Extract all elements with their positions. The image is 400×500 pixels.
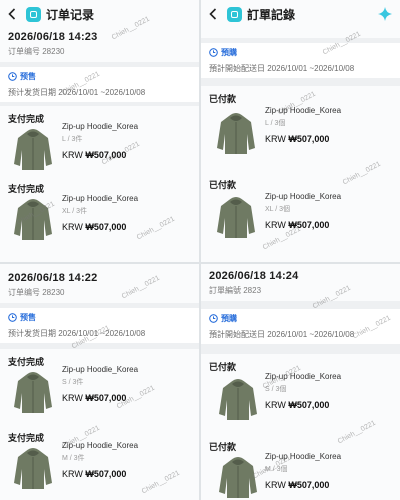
- ship-date: 預計開始配送日 2026/10/01 ~2026/10/08: [209, 330, 355, 339]
- payment-status: 已付款: [209, 94, 237, 104]
- order-item[interactable]: 支付完成 Zip-up Hoodie_Korea M / 3件 KRW ₩507…: [0, 425, 199, 499]
- product-name[interactable]: Zip-up Hoodie_Korea: [265, 372, 341, 381]
- order-item[interactable]: 已付款 Zip-up Hoodie_Korea XL / 3個 KRW ₩507…: [201, 172, 400, 258]
- order-time: 2026/06/18 14:23: [8, 31, 98, 43]
- product-variant: XL / 3件: [62, 208, 88, 215]
- product-name[interactable]: Zip-up Hoodie_Korea: [265, 192, 341, 201]
- price: ₩507,000: [85, 150, 127, 160]
- chevron-left-icon[interactable]: [207, 6, 219, 22]
- currency: KRW: [62, 222, 83, 232]
- order-item[interactable]: 支付完成 Zip-up Hoodie_Korea L / 3件 KRW ₩507…: [0, 106, 199, 180]
- order-item[interactable]: 已付款 Zip-up Hoodie_Korea M / 3個 KRW ₩507,…: [201, 434, 400, 500]
- order-time: 2026/06/18 14:24: [209, 270, 299, 282]
- ship-date: 预计发货日期 2026/10/01 ~2026/10/08: [8, 329, 146, 338]
- currency: KRW: [265, 480, 286, 490]
- product-name[interactable]: Zip-up Hoodie_Korea: [62, 122, 138, 131]
- product-name[interactable]: Zip-up Hoodie_Korea: [62, 441, 138, 450]
- product-variant: M / 3個: [265, 466, 288, 473]
- order-panel-2: 訂單記錄 預購 預計開始配送日 2026/10/01 ~2026/10/08 已…: [201, 0, 400, 262]
- presale-section: 预售 预计发货日期 2026/10/01 ~2026/10/08: [0, 67, 199, 102]
- hoodie-thumbnail[interactable]: [217, 454, 259, 500]
- currency: KRW: [265, 220, 286, 230]
- divider: [201, 78, 400, 86]
- hoodie-thumbnail[interactable]: [215, 194, 257, 240]
- top-bar: 订单记录: [0, 0, 199, 28]
- page-title: 訂單記錄: [247, 7, 296, 22]
- currency: KRW: [62, 469, 83, 479]
- order-panel-4: 2026/06/18 14:24 訂單編號 2823 預購 預計開始配送日 20…: [201, 264, 400, 500]
- price: ₩507,000: [85, 469, 127, 479]
- presale-section: 預購 預計開始配送日 2026/10/01 ~2026/10/08: [201, 43, 400, 78]
- price: ₩507,000: [288, 220, 330, 230]
- hoodie-thumbnail[interactable]: [215, 110, 257, 156]
- app-logo-icon: [26, 6, 41, 22]
- hoodie-thumbnail[interactable]: [217, 376, 259, 422]
- page-title: 订单记录: [46, 7, 95, 22]
- product-name[interactable]: Zip-up Hoodie_Korea: [62, 194, 138, 203]
- product-variant: S / 3件: [62, 379, 84, 386]
- price: ₩507,000: [288, 400, 330, 410]
- chevron-left-icon[interactable]: [6, 6, 18, 22]
- currency: KRW: [62, 150, 83, 160]
- presale-label: 预售: [20, 313, 36, 322]
- ship-date: 預計開始配送日 2026/10/01 ~2026/10/08: [209, 64, 355, 73]
- order-panel-1: 订单记录 2026/06/18 14:23 订单编号 28230 预售 预计发货…: [0, 0, 199, 262]
- product-variant: L / 3個: [265, 120, 286, 127]
- order-item[interactable]: 已付款 Zip-up Hoodie_Korea L / 3個 KRW ₩507,…: [201, 86, 400, 172]
- order-number: 訂單編號 2823: [209, 286, 262, 295]
- product-name[interactable]: Zip-up Hoodie_Korea: [265, 452, 341, 461]
- divider: [201, 344, 400, 354]
- currency: KRW: [265, 134, 286, 144]
- currency: KRW: [265, 400, 286, 410]
- divider: [201, 301, 400, 309]
- hoodie-thumbnail[interactable]: [12, 126, 54, 172]
- clock-icon: [209, 48, 218, 57]
- price: ₩507,000: [85, 393, 127, 403]
- presale-section: 预售 预计发货日期 2026/10/01 ~2026/10/08: [0, 308, 199, 343]
- order-item[interactable]: 支付完成 Zip-up Hoodie_Korea XL / 3件 KRW ₩50…: [0, 180, 199, 254]
- order-number: 订单编号 28230: [8, 47, 65, 56]
- product-name[interactable]: Zip-up Hoodie_Korea: [62, 365, 138, 374]
- clock-icon: [8, 72, 17, 81]
- product-variant: XL / 3個: [265, 206, 291, 213]
- presale-label: 預購: [221, 48, 237, 57]
- currency: KRW: [62, 393, 83, 403]
- product-variant: L / 3件: [62, 136, 83, 143]
- order-number: 订单编号 28230: [8, 288, 65, 297]
- order-time: 2026/06/18 14:22: [8, 272, 98, 284]
- order-panel-3: 2026/06/18 14:22 订单编号 28230 预售 预计发货日期 20…: [0, 264, 199, 500]
- price: ₩507,000: [288, 480, 330, 490]
- top-bar: 訂單記錄: [201, 0, 400, 28]
- app-logo-icon: [227, 6, 242, 22]
- presale-label: 预售: [20, 72, 36, 81]
- order-item[interactable]: 已付款 Zip-up Hoodie_Korea S / 3個 KRW ₩507,…: [201, 354, 400, 434]
- hoodie-thumbnail[interactable]: [12, 196, 54, 242]
- price: ₩507,000: [288, 134, 330, 144]
- payment-status: 已付款: [209, 180, 237, 190]
- presale-section: 預購 預計開始配送日 2026/10/01 ~2026/10/08: [201, 309, 400, 344]
- presale-label: 預購: [221, 314, 237, 323]
- sparkle-icon[interactable]: [378, 7, 392, 21]
- price: ₩507,000: [85, 222, 127, 232]
- clock-icon: [209, 314, 218, 323]
- product-variant: S / 3個: [265, 386, 287, 393]
- hoodie-thumbnail[interactable]: [12, 445, 54, 491]
- hoodie-thumbnail[interactable]: [12, 369, 54, 415]
- ship-date: 预计发货日期 2026/10/01 ~2026/10/08: [8, 88, 146, 97]
- product-variant: M / 3件: [62, 455, 85, 462]
- order-item[interactable]: 支付完成 Zip-up Hoodie_Korea S / 3件 KRW ₩507…: [0, 349, 199, 425]
- product-name[interactable]: Zip-up Hoodie_Korea: [265, 106, 341, 115]
- clock-icon: [8, 313, 17, 322]
